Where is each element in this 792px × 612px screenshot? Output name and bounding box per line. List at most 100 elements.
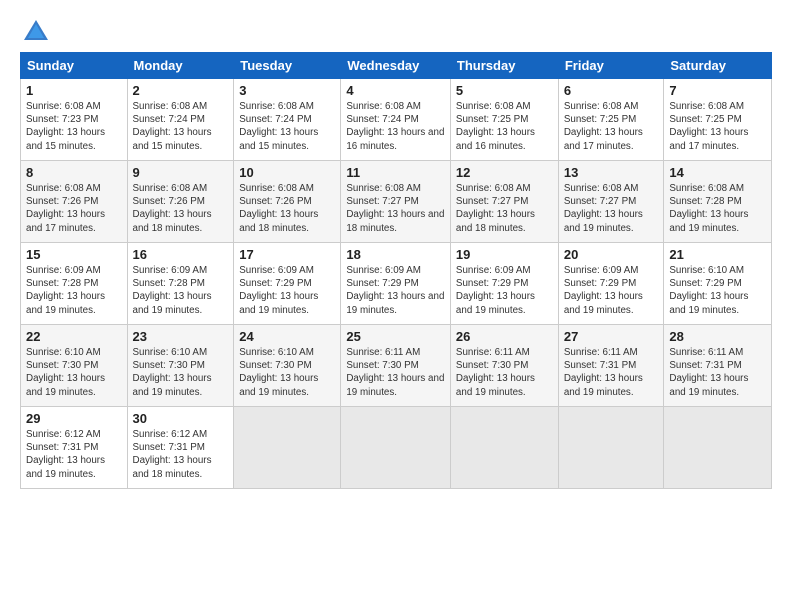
calendar-cell: 4 Sunrise: 6:08 AMSunset: 7:24 PMDaylight… <box>341 79 451 161</box>
day-info: Sunrise: 6:08 AMSunset: 7:24 PMDaylight:… <box>239 100 335 153</box>
calendar-cell: 7 Sunrise: 6:08 AMSunset: 7:25 PMDaylight… <box>664 79 772 161</box>
day-number: 16 <box>133 247 229 262</box>
day-info: Sunrise: 6:11 AMSunset: 7:31 PMDaylight:… <box>669 346 766 399</box>
day-number: 26 <box>456 329 553 344</box>
calendar-cell <box>558 407 664 489</box>
day-info: Sunrise: 6:09 AMSunset: 7:29 PMDaylight:… <box>346 264 445 317</box>
day-info: Sunrise: 6:09 AMSunset: 7:28 PMDaylight:… <box>133 264 229 317</box>
day-info: Sunrise: 6:10 AMSunset: 7:30 PMDaylight:… <box>26 346 122 399</box>
calendar-week-row: 15Sunrise: 6:09 AMSunset: 7:28 PMDayligh… <box>21 243 772 325</box>
day-info: Sunrise: 6:12 AMSunset: 7:31 PMDaylight:… <box>133 428 229 481</box>
logo <box>20 18 50 42</box>
day-info: Sunrise: 6:10 AMSunset: 7:29 PMDaylight:… <box>669 264 766 317</box>
header <box>20 18 772 42</box>
day-info: Sunrise: 6:11 AMSunset: 7:30 PMDaylight:… <box>456 346 553 399</box>
calendar-cell: 5 Sunrise: 6:08 AMSunset: 7:25 PMDaylight… <box>450 79 558 161</box>
col-monday: Monday <box>127 53 234 79</box>
calendar-cell <box>450 407 558 489</box>
col-saturday: Saturday <box>664 53 772 79</box>
calendar-cell: 22 Sunrise: 6:10 AMSunset: 7:30 PMDayligh… <box>21 325 128 407</box>
calendar-cell: 14 Sunrise: 6:08 AMSunset: 7:28 PMDayligh… <box>664 161 772 243</box>
calendar-week-row: 29 Sunrise: 6:12 AMSunset: 7:31 PMDayligh… <box>21 407 772 489</box>
col-sunday: Sunday <box>21 53 128 79</box>
day-info: Sunrise: 6:08 AMSunset: 7:27 PMDaylight:… <box>346 182 445 235</box>
calendar-cell: 25 Sunrise: 6:11 AMSunset: 7:30 PMDayligh… <box>341 325 451 407</box>
calendar-cell: 18 Sunrise: 6:09 AMSunset: 7:29 PMDayligh… <box>341 243 451 325</box>
calendar-cell <box>664 407 772 489</box>
day-number: 27 <box>564 329 659 344</box>
calendar-week-row: 8 Sunrise: 6:08 AMSunset: 7:26 PMDaylight… <box>21 161 772 243</box>
day-number: 23 <box>133 329 229 344</box>
calendar-cell: 2 Sunrise: 6:08 AMSunset: 7:24 PMDaylight… <box>127 79 234 161</box>
col-tuesday: Tuesday <box>234 53 341 79</box>
calendar-cell: 6Sunrise: 6:08 AMSunset: 7:25 PMDaylight… <box>558 79 664 161</box>
day-info: Sunrise: 6:08 AMSunset: 7:27 PMDaylight:… <box>456 182 553 235</box>
day-number: 17 <box>239 247 335 262</box>
day-number: 13 <box>564 165 659 180</box>
calendar-header-row: Sunday Monday Tuesday Wednesday Thursday… <box>21 53 772 79</box>
calendar-cell: 12 Sunrise: 6:08 AMSunset: 7:27 PMDayligh… <box>450 161 558 243</box>
calendar-cell: 1 Sunrise: 6:08 AMSunset: 7:23 PMDaylight… <box>21 79 128 161</box>
day-info: Sunrise: 6:11 AMSunset: 7:30 PMDaylight:… <box>346 346 445 399</box>
calendar-cell: 10Sunrise: 6:08 AMSunset: 7:26 PMDayligh… <box>234 161 341 243</box>
day-number: 9 <box>133 165 229 180</box>
calendar-cell: 13Sunrise: 6:08 AMSunset: 7:27 PMDayligh… <box>558 161 664 243</box>
col-thursday: Thursday <box>450 53 558 79</box>
day-info: Sunrise: 6:09 AMSunset: 7:29 PMDaylight:… <box>456 264 553 317</box>
col-wednesday: Wednesday <box>341 53 451 79</box>
day-info: Sunrise: 6:12 AMSunset: 7:31 PMDaylight:… <box>26 428 122 481</box>
day-number: 3 <box>239 83 335 98</box>
calendar-cell: 30 Sunrise: 6:12 AMSunset: 7:31 PMDayligh… <box>127 407 234 489</box>
day-info: Sunrise: 6:08 AMSunset: 7:26 PMDaylight:… <box>26 182 122 235</box>
day-info: Sunrise: 6:08 AMSunset: 7:25 PMDaylight:… <box>669 100 766 153</box>
calendar-cell: 3 Sunrise: 6:08 AMSunset: 7:24 PMDaylight… <box>234 79 341 161</box>
calendar-week-row: 1 Sunrise: 6:08 AMSunset: 7:23 PMDaylight… <box>21 79 772 161</box>
calendar-cell: 17 Sunrise: 6:09 AMSunset: 7:29 PMDayligh… <box>234 243 341 325</box>
day-number: 14 <box>669 165 766 180</box>
calendar-table: Sunday Monday Tuesday Wednesday Thursday… <box>20 52 772 489</box>
day-number: 18 <box>346 247 445 262</box>
day-number: 29 <box>26 411 122 426</box>
calendar-week-row: 22 Sunrise: 6:10 AMSunset: 7:30 PMDayligh… <box>21 325 772 407</box>
day-number: 6 <box>564 83 659 98</box>
calendar-cell: 24Sunrise: 6:10 AMSunset: 7:30 PMDayligh… <box>234 325 341 407</box>
day-number: 22 <box>26 329 122 344</box>
day-number: 5 <box>456 83 553 98</box>
day-number: 2 <box>133 83 229 98</box>
day-number: 21 <box>669 247 766 262</box>
day-number: 25 <box>346 329 445 344</box>
day-info: Sunrise: 6:08 AMSunset: 7:23 PMDaylight:… <box>26 100 122 153</box>
day-info: Sunrise: 6:10 AMSunset: 7:30 PMDaylight:… <box>133 346 229 399</box>
calendar-cell: 28 Sunrise: 6:11 AMSunset: 7:31 PMDayligh… <box>664 325 772 407</box>
day-number: 7 <box>669 83 766 98</box>
day-info: Sunrise: 6:09 AMSunset: 7:28 PMDaylight:… <box>26 264 122 317</box>
day-number: 30 <box>133 411 229 426</box>
day-number: 28 <box>669 329 766 344</box>
day-number: 1 <box>26 83 122 98</box>
day-info: Sunrise: 6:08 AMSunset: 7:26 PMDaylight:… <box>239 182 335 235</box>
day-number: 8 <box>26 165 122 180</box>
day-info: Sunrise: 6:08 AMSunset: 7:24 PMDaylight:… <box>346 100 445 153</box>
day-info: Sunrise: 6:08 AMSunset: 7:25 PMDaylight:… <box>456 100 553 153</box>
calendar-cell: 29 Sunrise: 6:12 AMSunset: 7:31 PMDayligh… <box>21 407 128 489</box>
day-info: Sunrise: 6:08 AMSunset: 7:26 PMDaylight:… <box>133 182 229 235</box>
day-info: Sunrise: 6:08 AMSunset: 7:28 PMDaylight:… <box>669 182 766 235</box>
col-friday: Friday <box>558 53 664 79</box>
day-number: 4 <box>346 83 445 98</box>
calendar-cell: 19 Sunrise: 6:09 AMSunset: 7:29 PMDayligh… <box>450 243 558 325</box>
calendar-cell: 8 Sunrise: 6:08 AMSunset: 7:26 PMDaylight… <box>21 161 128 243</box>
logo-icon <box>22 18 50 46</box>
day-info: Sunrise: 6:08 AMSunset: 7:24 PMDaylight:… <box>133 100 229 153</box>
day-number: 12 <box>456 165 553 180</box>
day-number: 19 <box>456 247 553 262</box>
page: Sunday Monday Tuesday Wednesday Thursday… <box>0 0 792 612</box>
day-number: 20 <box>564 247 659 262</box>
calendar-cell: 20Sunrise: 6:09 AMSunset: 7:29 PMDayligh… <box>558 243 664 325</box>
day-info: Sunrise: 6:10 AMSunset: 7:30 PMDaylight:… <box>239 346 335 399</box>
calendar-cell: 11 Sunrise: 6:08 AMSunset: 7:27 PMDayligh… <box>341 161 451 243</box>
day-number: 11 <box>346 165 445 180</box>
calendar-cell: 15Sunrise: 6:09 AMSunset: 7:28 PMDayligh… <box>21 243 128 325</box>
calendar-cell <box>234 407 341 489</box>
calendar-cell: 26 Sunrise: 6:11 AMSunset: 7:30 PMDayligh… <box>450 325 558 407</box>
day-info: Sunrise: 6:09 AMSunset: 7:29 PMDaylight:… <box>239 264 335 317</box>
